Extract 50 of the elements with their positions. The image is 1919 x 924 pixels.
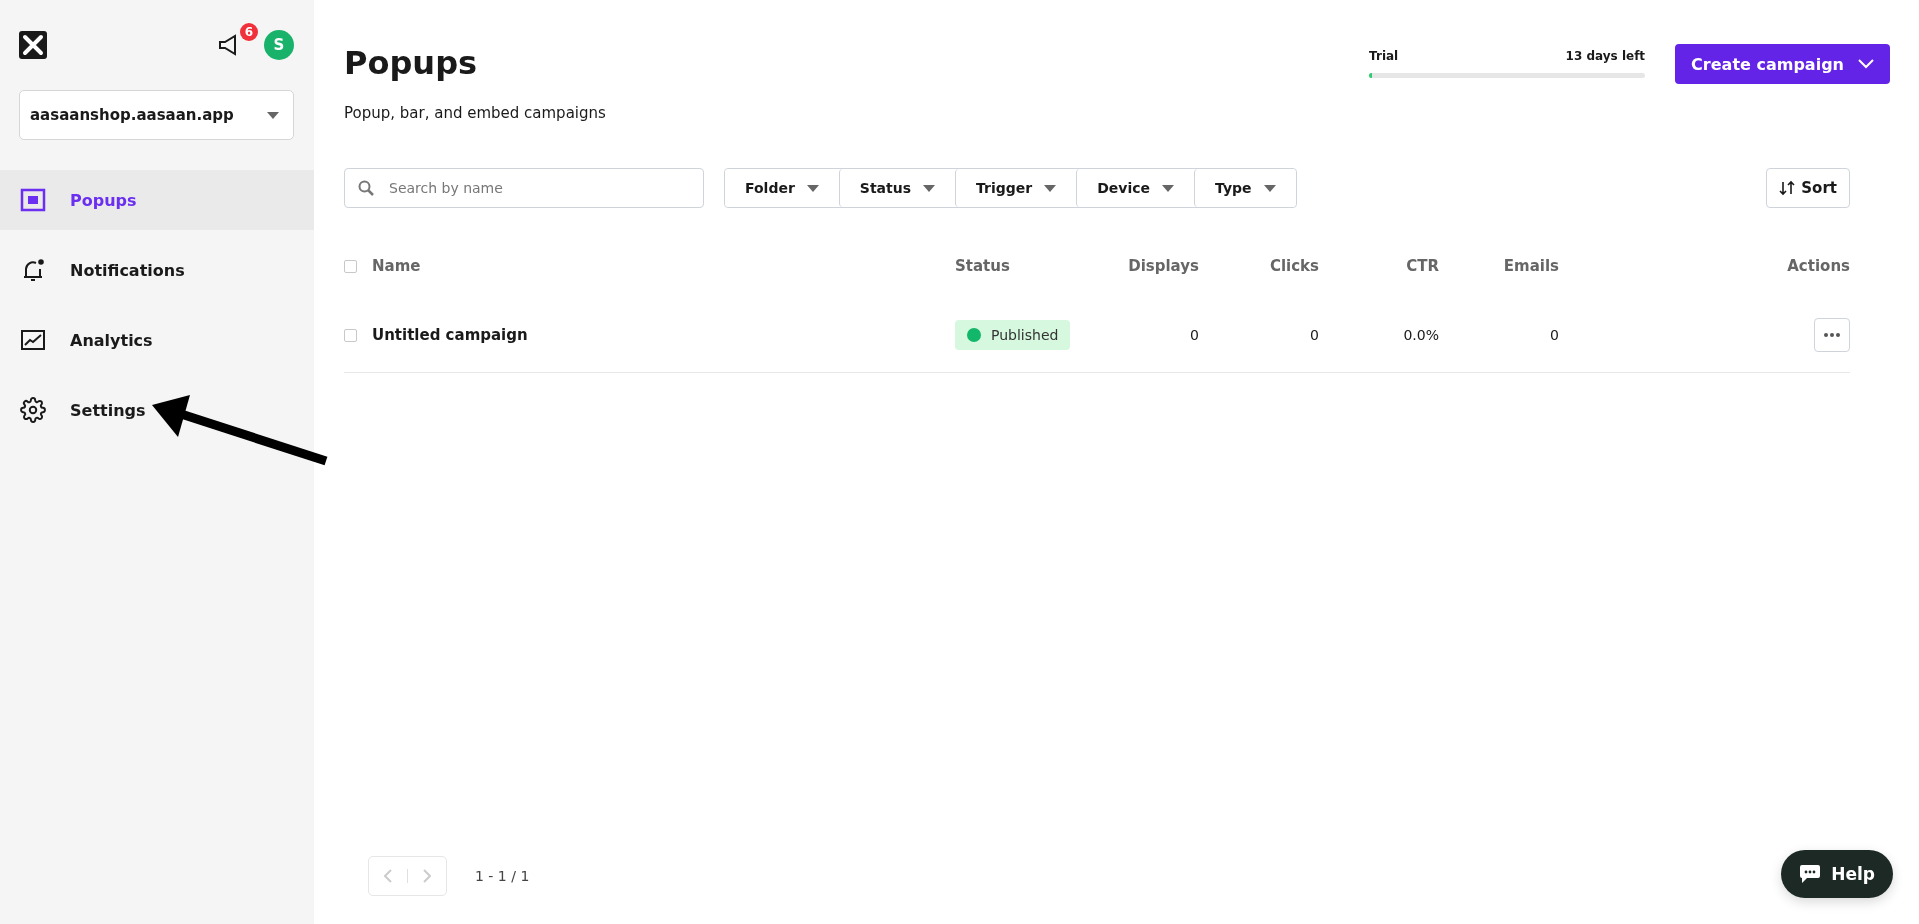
chevron-right-icon [423, 869, 431, 883]
select-all-checkbox[interactable] [344, 259, 357, 273]
pagination-range: 1 - 1 / 1 [475, 868, 530, 884]
search-field[interactable]: Search by name [344, 168, 704, 208]
sidebar-item[interactable]: Settings [0, 380, 314, 440]
help-button[interactable]: Help [1781, 850, 1893, 898]
table-cell-text: 0.0% [1402, 327, 1439, 343]
column-header: CTR [1405, 257, 1439, 275]
caret-icon [267, 111, 279, 119]
settings-icon [20, 397, 46, 423]
logo-icon[interactable] [19, 31, 47, 59]
sidebar-item[interactable]: Popups [0, 170, 314, 230]
column-header: Status [955, 257, 1011, 275]
chart-icon [20, 327, 46, 353]
column-header: Emails [1502, 257, 1559, 275]
column-header: Displays [1127, 257, 1199, 275]
table-cell-text: 0 [1309, 327, 1319, 343]
sort-icon [1779, 180, 1796, 196]
row-checkbox[interactable] [344, 328, 357, 342]
column-header: Actions [1786, 257, 1850, 275]
sort-button[interactable]: Sort [1766, 168, 1850, 208]
page-subtitle: Popup, bar, and embed campaigns [344, 104, 606, 122]
caret-icon [1044, 184, 1057, 192]
page-title: Popups [344, 44, 479, 82]
more-icon [1824, 333, 1840, 337]
campaign-name[interactable]: Untitled campaign [372, 326, 955, 344]
site-select[interactable]: aasaanshop.aasaan.app [19, 90, 294, 140]
more-actions-button[interactable] [1814, 318, 1850, 352]
trial-label: Trial [1369, 49, 1399, 63]
caret-icon [806, 184, 819, 192]
status-badge: Published [955, 320, 1071, 350]
sidebar-item[interactable]: Notifications [0, 240, 314, 300]
caret-icon [1162, 184, 1175, 192]
caret-icon [1263, 184, 1276, 192]
column-header: Clicks [1268, 257, 1319, 275]
search-icon [358, 180, 374, 196]
table-cell-text: 0 [1189, 327, 1199, 343]
sidebar-item[interactable]: Analytics [0, 310, 314, 370]
popup-icon [20, 187, 46, 213]
filter-dropdown[interactable]: Type [1194, 169, 1296, 207]
notification-badge: 6 [240, 23, 258, 41]
megaphone-icon[interactable] [218, 33, 238, 57]
chevron-down-icon [1858, 59, 1874, 69]
table-cell-text: 0 [1549, 327, 1559, 343]
caret-icon [923, 184, 936, 192]
trial-remaining: 13 days left [1565, 49, 1646, 63]
chevron-left-icon [384, 869, 392, 883]
chat-icon [1799, 864, 1822, 884]
create-campaign-button[interactable]: Create campaign [1675, 44, 1890, 84]
column-header: Name [372, 257, 422, 275]
